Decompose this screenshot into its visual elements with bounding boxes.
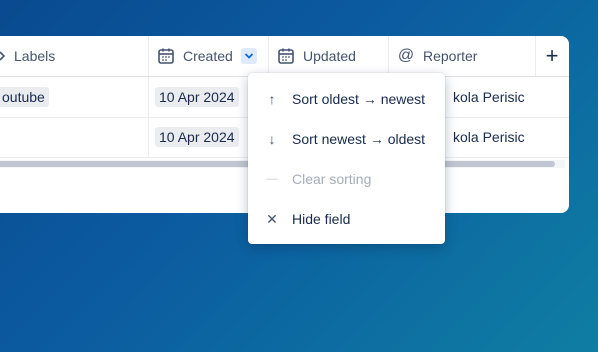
- label-cell[interactable]: outube: [0, 77, 149, 117]
- menu-item-label: Hide field: [292, 211, 351, 227]
- chevron-down-icon: [244, 53, 253, 59]
- label-cell[interactable]: [0, 117, 149, 157]
- arrow-up-icon: ↑: [268, 91, 276, 107]
- menu-item-sort-descending[interactable]: ↓ Sort newest → oldest: [248, 119, 445, 159]
- label-arrow-icon: [0, 47, 6, 65]
- reporter-name: kola Perisic: [453, 89, 525, 105]
- created-date: 10 Apr 2024: [155, 127, 239, 147]
- column-header-created[interactable]: Created: [149, 36, 269, 76]
- menu-item-sort-ascending[interactable]: ↑ Sort oldest → newest: [248, 79, 445, 119]
- column-header-labels-text: Labels: [14, 48, 56, 64]
- column-header-reporter[interactable]: @ Reporter: [389, 36, 536, 76]
- dash-icon: —: [266, 173, 278, 185]
- menu-item-label: Sort oldest → newest: [292, 91, 426, 107]
- menu-item-hide-field[interactable]: ✕ Hide field: [248, 199, 445, 239]
- calendar-icon: [157, 47, 175, 65]
- column-header-reporter-text: Reporter: [423, 48, 478, 64]
- table-header: Labels Created Updated @ Reporter +: [0, 36, 569, 77]
- arrow-down-icon: ↓: [268, 131, 276, 147]
- column-header-created-text: Created: [183, 48, 233, 64]
- reporter-name: kola Perisic: [453, 129, 525, 145]
- column-header-updated[interactable]: Updated: [269, 36, 389, 76]
- column-sort-menu: ↑ Sort oldest → newest ↓ Sort newest → o…: [248, 73, 445, 244]
- menu-item-clear-sorting: — Clear sorting: [248, 159, 445, 199]
- label-tag[interactable]: outube: [0, 87, 49, 107]
- column-menu-toggle[interactable]: [240, 48, 257, 64]
- created-date: 10 Apr 2024: [155, 87, 239, 107]
- at-sign-icon: @: [397, 47, 415, 64]
- column-header-updated-text: Updated: [303, 48, 356, 64]
- column-header-labels[interactable]: Labels: [0, 36, 149, 76]
- plus-icon: +: [545, 43, 559, 68]
- add-column-button[interactable]: +: [536, 36, 568, 76]
- menu-item-label: Clear sorting: [292, 171, 372, 187]
- menu-item-label: Sort newest → oldest: [292, 131, 426, 147]
- close-icon: ✕: [266, 210, 278, 227]
- calendar-icon: [277, 47, 295, 65]
